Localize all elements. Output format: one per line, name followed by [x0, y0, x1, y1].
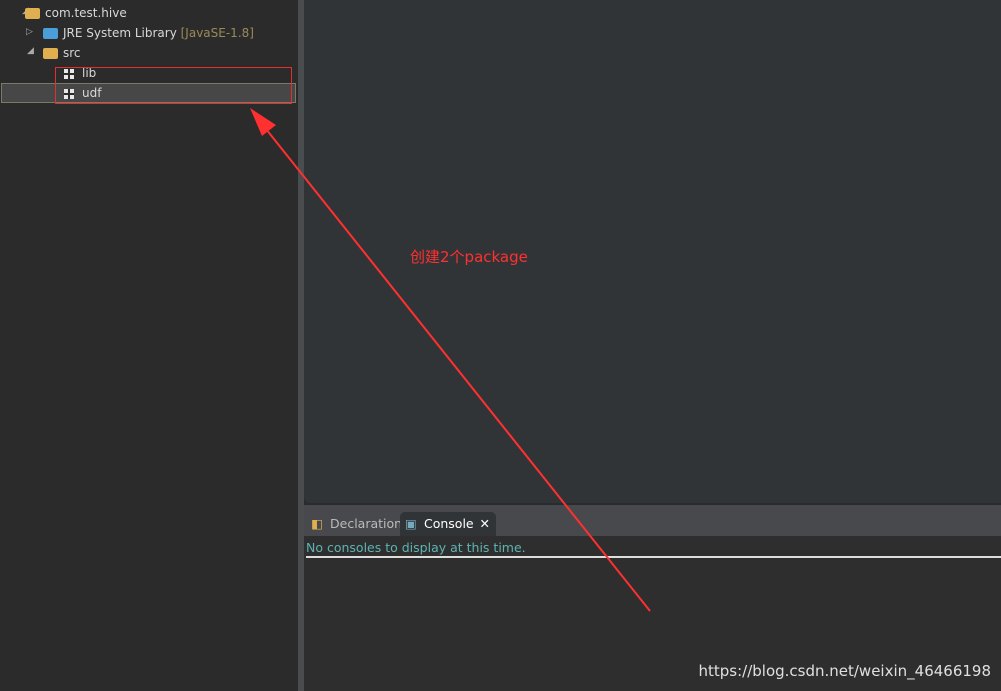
annotation-arrow	[250, 108, 651, 612]
annotation-text: 创建2个package	[410, 248, 528, 266]
watermark: https://blog.csdn.net/weixin_46466198	[698, 662, 991, 680]
